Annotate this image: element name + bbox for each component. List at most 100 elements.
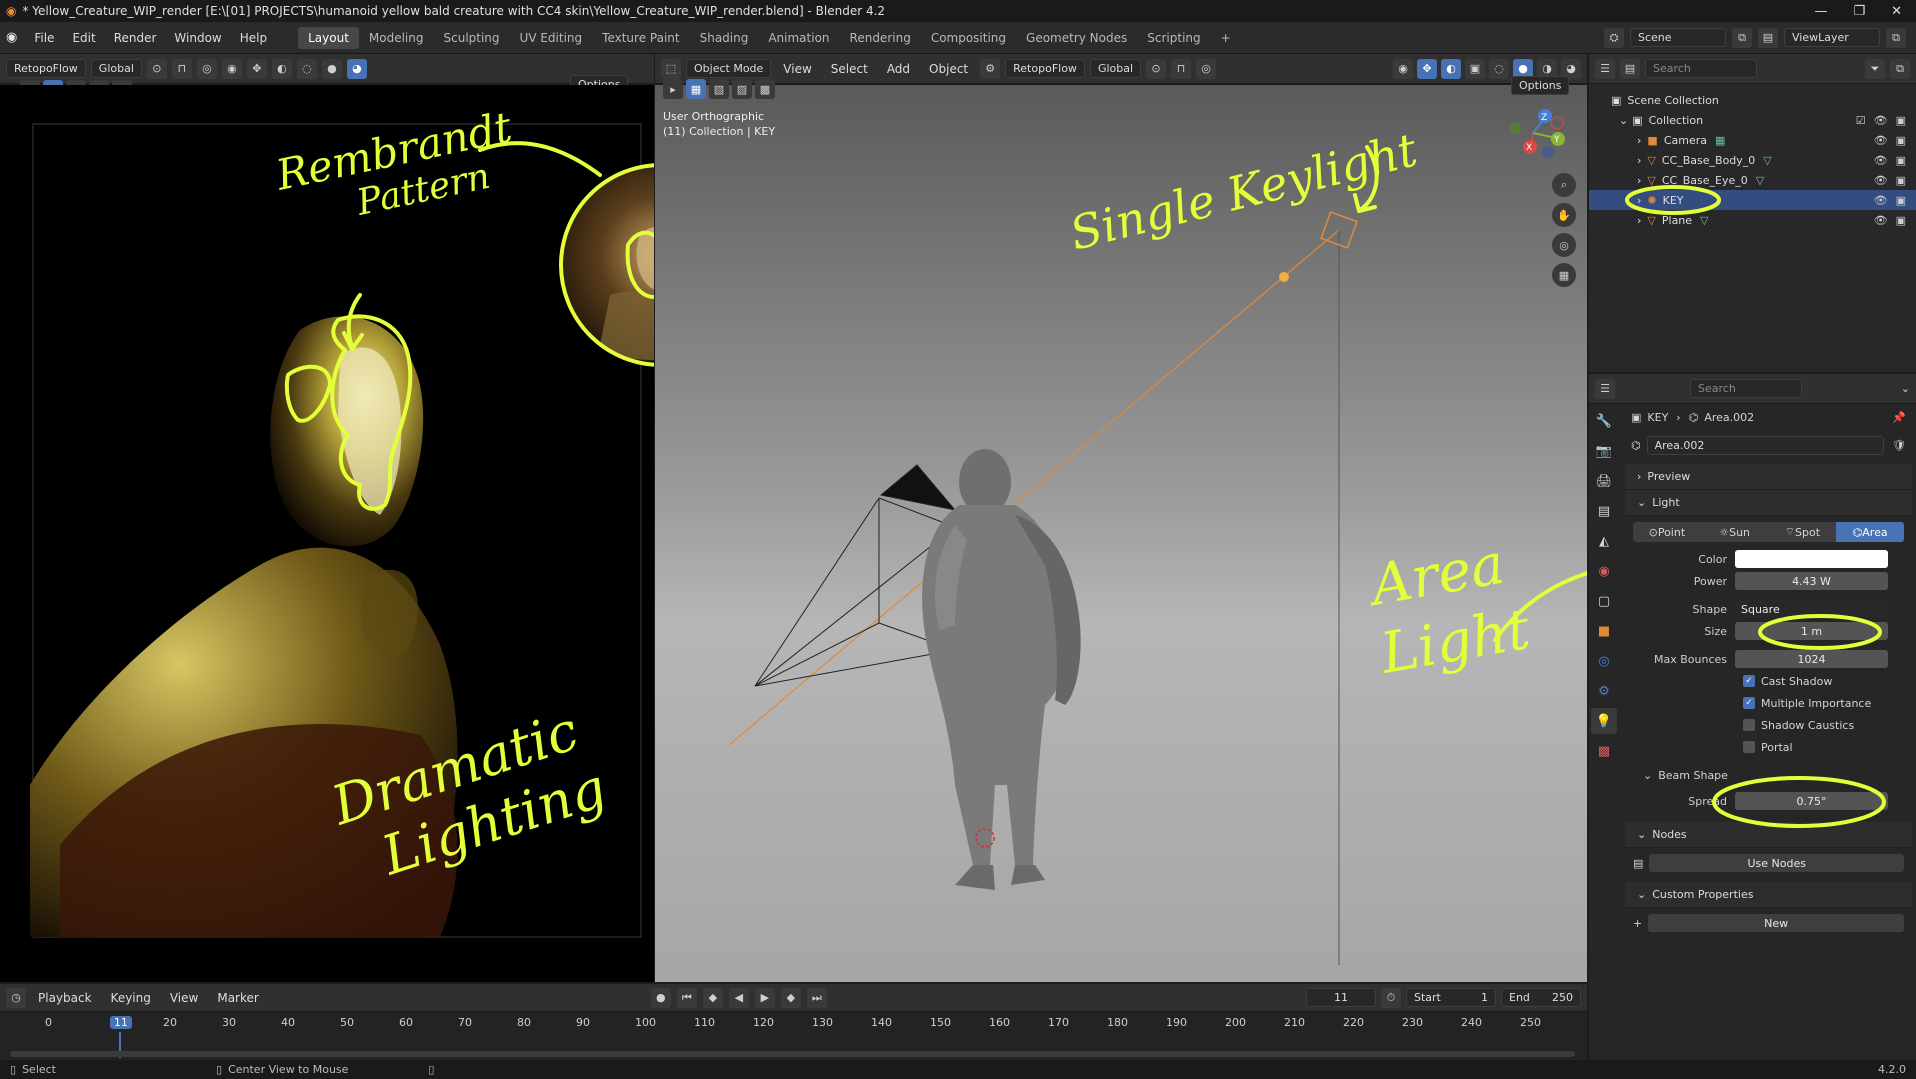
- editor-type-icon[interactable]: ◷: [6, 987, 26, 1008]
- tab-compositing[interactable]: Compositing: [921, 27, 1016, 49]
- pin-icon[interactable]: 📌: [1892, 411, 1906, 424]
- constraints-tab-icon[interactable]: ⚙: [1591, 678, 1617, 704]
- panel-custom-properties[interactable]: ⌄ Custom Properties: [1625, 882, 1912, 908]
- tab-geometry-nodes[interactable]: Geometry Nodes: [1016, 27, 1137, 49]
- gizmo-icon[interactable]: ✥: [246, 58, 267, 79]
- tab-scripting[interactable]: Scripting: [1137, 27, 1210, 49]
- visibility-icon[interactable]: ◉: [221, 58, 242, 79]
- new-viewlayer-icon[interactable]: ⧉: [1886, 27, 1906, 48]
- view-layer-tab-icon[interactable]: ▤: [1591, 498, 1617, 524]
- outliner-item-plane[interactable]: › ▽ Plane ▽ 👁 ▣: [1589, 210, 1916, 230]
- viewlayer-selector[interactable]: ViewLayer: [1784, 28, 1880, 47]
- shading-rendered-icon[interactable]: ◕: [346, 58, 367, 79]
- shadow-caustics-checkbox[interactable]: [1743, 719, 1755, 731]
- blender-menu-icon[interactable]: ◉: [6, 30, 17, 45]
- orientation-dropdown-viewport[interactable]: Global: [1089, 59, 1142, 78]
- menu-help[interactable]: Help: [231, 31, 276, 45]
- scene-selector[interactable]: Scene: [1630, 28, 1726, 47]
- current-frame-field[interactable]: 11: [1306, 988, 1376, 1007]
- clock-icon[interactable]: ⏱: [1381, 987, 1401, 1008]
- object-mode-dropdown[interactable]: Object Mode: [686, 59, 772, 78]
- menu-add[interactable]: Add: [880, 62, 917, 76]
- pivot-icon[interactable]: ⊙: [146, 58, 167, 79]
- start-frame-field[interactable]: Start 1: [1406, 988, 1496, 1007]
- light-target-handle[interactable]: [1279, 272, 1289, 282]
- checkbox-icon[interactable]: ☑: [1856, 114, 1866, 127]
- chevron-right-icon[interactable]: ›: [1637, 214, 1641, 227]
- eye-icon[interactable]: 👁: [1874, 154, 1888, 167]
- end-frame-field[interactable]: End 250: [1501, 988, 1581, 1007]
- color-swatch[interactable]: [1735, 550, 1888, 568]
- timeline-scrollbar[interactable]: [10, 1051, 1575, 1057]
- tab-animation[interactable]: Animation: [758, 27, 839, 49]
- camera-icon[interactable]: ▣: [1896, 174, 1906, 187]
- play-icon[interactable]: ▶: [754, 987, 775, 1008]
- pan-hand-icon[interactable]: ✋: [1552, 203, 1576, 227]
- menu-view[interactable]: View: [776, 62, 818, 76]
- chevron-down-icon[interactable]: ⌄: [1619, 114, 1628, 127]
- shading-wire-icon[interactable]: ◌: [1489, 58, 1509, 79]
- scene-icon[interactable]: ⛭: [1604, 27, 1624, 48]
- outliner-collection[interactable]: ⌄ ▣ Collection ☑ 👁 ▣: [1589, 110, 1916, 130]
- menu-playback[interactable]: Playback: [31, 991, 99, 1005]
- tab-modeling[interactable]: Modeling: [359, 27, 434, 49]
- light-type-point[interactable]: ⊙ Point: [1633, 522, 1701, 542]
- menu-marker[interactable]: Marker: [210, 991, 265, 1005]
- light-type-sun[interactable]: ☼ Sun: [1700, 522, 1769, 542]
- snap-icon[interactable]: ⊓: [1171, 58, 1192, 79]
- camera-icon[interactable]: ▣: [1896, 214, 1906, 227]
- menu-keying[interactable]: Keying: [104, 991, 158, 1005]
- camera-icon[interactable]: ▣: [1896, 114, 1906, 127]
- navigation-gizmo[interactable]: Z Y X: [1501, 95, 1571, 165]
- close-icon[interactable]: ✕: [1891, 4, 1902, 19]
- snap-icon[interactable]: ⊓: [171, 58, 192, 79]
- filter-icon[interactable]: ⏷: [1865, 58, 1885, 79]
- editor-type-icon[interactable]: ☰: [1595, 378, 1615, 399]
- tool-tab-icon[interactable]: 🔧: [1591, 408, 1617, 434]
- retopoflow-menu-viewport[interactable]: RetopoFlow: [1005, 59, 1085, 78]
- camera-icon[interactable]: ▣: [1896, 154, 1906, 167]
- object-tab-icon[interactable]: ■: [1591, 618, 1617, 644]
- max-bounces-field[interactable]: 1024: [1735, 650, 1888, 668]
- shading-wire-icon[interactable]: ◌: [296, 58, 317, 79]
- eye-icon[interactable]: 👁: [1874, 194, 1888, 207]
- visibility-icon[interactable]: ◉: [1393, 58, 1413, 79]
- camera-icon[interactable]: ▣: [1896, 194, 1906, 207]
- minimize-icon[interactable]: —: [1814, 4, 1827, 19]
- gear-icon[interactable]: ⚙: [980, 58, 1001, 79]
- pivot-icon[interactable]: ⊙: [1146, 58, 1167, 79]
- fake-user-icon[interactable]: 🛡: [1892, 439, 1906, 452]
- overlay-icon[interactable]: ◐: [1441, 58, 1461, 79]
- use-nodes-button[interactable]: Use Nodes: [1649, 854, 1904, 872]
- outliner-item-key[interactable]: › ✺ KEY 👁 ▣: [1589, 185, 1916, 215]
- eye-icon[interactable]: 👁: [1874, 214, 1888, 227]
- chevron-right-icon[interactable]: ›: [1637, 134, 1641, 147]
- shadow-caustics-row[interactable]: Shadow Caustics: [1625, 714, 1912, 736]
- collection-tab-icon[interactable]: ▢: [1591, 588, 1617, 614]
- chevron-down-icon[interactable]: ⌄: [1901, 382, 1910, 395]
- record-icon[interactable]: ●: [650, 987, 671, 1008]
- menu-file[interactable]: File: [25, 31, 63, 45]
- editor-type-icon[interactable]: ⬚: [661, 58, 681, 79]
- render-tab-icon[interactable]: 📷: [1591, 438, 1617, 464]
- cast-shadow-checkbox[interactable]: ✓: [1743, 675, 1755, 687]
- tab-shading[interactable]: Shading: [690, 27, 759, 49]
- zoom-icon[interactable]: ⌕: [1552, 173, 1576, 197]
- proportional-icon[interactable]: ◎: [196, 58, 217, 79]
- viewlayer-icon[interactable]: ▤: [1758, 27, 1778, 48]
- outliner-search-input[interactable]: Search: [1645, 59, 1757, 78]
- tab-layout[interactable]: Layout: [298, 26, 359, 49]
- frame-ruler[interactable]: 0 11 20 30 40 50 60 70 80 90 100 110 120 130 140 150 160…: [0, 1014, 1587, 1058]
- menu-render[interactable]: Render: [105, 31, 166, 45]
- world-tab-icon[interactable]: ◉: [1591, 558, 1617, 584]
- light-data-tab-icon[interactable]: 💡: [1591, 708, 1617, 734]
- tab-rendering[interactable]: Rendering: [840, 27, 921, 49]
- overlay-icon[interactable]: ◐: [271, 58, 292, 79]
- portal-row[interactable]: Portal: [1625, 736, 1912, 758]
- outliner-item-body[interactable]: › ▽ CC_Base_Body_0 ▽ 👁 ▣: [1589, 150, 1916, 170]
- eye-icon[interactable]: 👁: [1874, 174, 1888, 187]
- menu-object[interactable]: Object: [922, 62, 975, 76]
- 3d-viewport[interactable]: ▸ ▦ ▧ ▨ ▩ Options User Orthographic (11)…: [655, 76, 1587, 982]
- eye-icon[interactable]: 👁: [1874, 134, 1888, 147]
- physics-tab-icon[interactable]: ◎: [1591, 648, 1617, 674]
